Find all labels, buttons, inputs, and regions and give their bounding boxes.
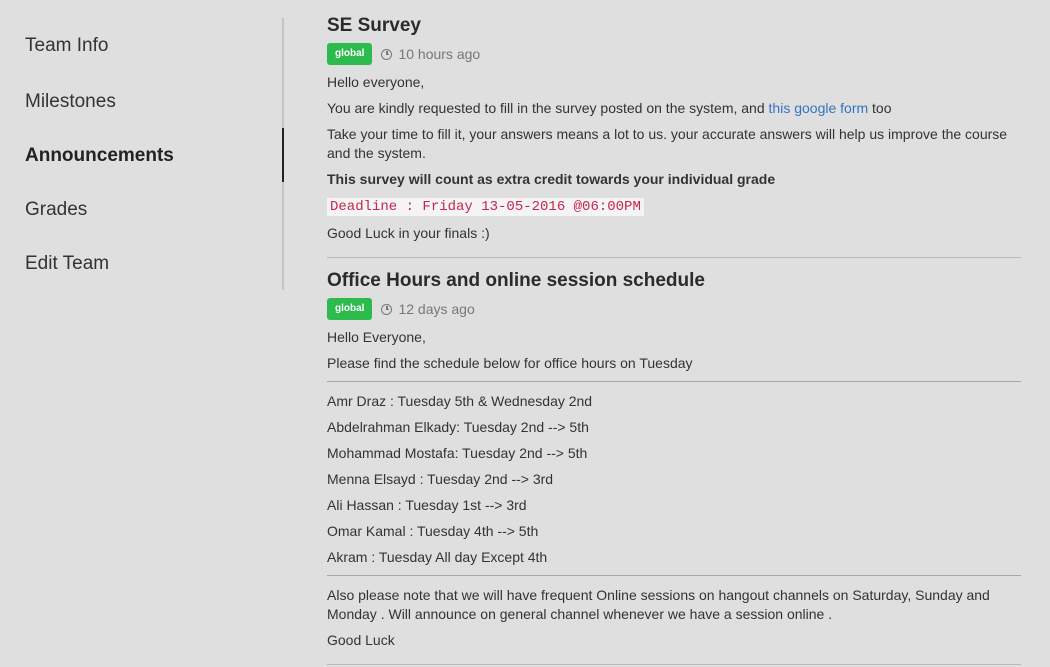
sidebar-item-edit-team[interactable]: Edit Team — [0, 236, 282, 290]
announcements-list: SE Survey global 10 hours ago Hello ever… — [327, 13, 1021, 665]
scope-badge: global — [327, 298, 373, 320]
schedule-item: Mohammad Mostafa: Tuesday 2nd --> 5th — [327, 445, 588, 461]
sidebar-item-announcements[interactable]: Announcements — [0, 128, 284, 182]
divider — [327, 381, 1021, 382]
sidebar-item-milestones[interactable]: Milestones — [0, 74, 282, 128]
post-greeting: Hello Everyone, — [327, 329, 426, 345]
post-closing: Good Luck — [327, 632, 395, 648]
post-paragraph: Take your time to fill it, your answers … — [327, 126, 1008, 161]
sidebar-nav: Team Info Milestones Announcements Grade… — [0, 18, 284, 290]
post-closing: Good Luck in your finals :) — [327, 225, 490, 241]
clock-icon — [381, 303, 393, 315]
post-greeting: Hello everyone, — [327, 74, 425, 90]
schedule-item: Akram : Tuesday All day Except 4th — [327, 549, 548, 565]
divider — [327, 575, 1021, 576]
sidebar-item-grades[interactable]: Grades — [0, 182, 282, 236]
post-paragraph: You are kindly requested to fill in the … — [327, 99, 1021, 118]
announcement-title: SE Survey — [327, 15, 421, 36]
post-deadline-line: Deadline : Friday 13-05-2016 @06:00PM — [327, 196, 1021, 217]
announcement-meta: global 10 hours ago — [327, 43, 1021, 65]
post-emphasis: This survey will count as extra credit t… — [327, 171, 776, 187]
post-timestamp: 10 hours ago — [398, 46, 481, 62]
schedule-item: Omar Kamal : Tuesday 4th --> 5th — [327, 523, 539, 539]
announcement-title: Office Hours and online session schedule — [327, 270, 705, 291]
clock-icon — [381, 48, 393, 60]
sidebar-item-team-info[interactable]: Team Info — [0, 18, 282, 74]
announcement-post: Office Hours and online session schedule… — [327, 268, 1021, 665]
google-form-link[interactable]: this google form — [769, 100, 869, 116]
schedule-item: Abdelrahman Elkady: Tuesday 2nd --> 5th — [327, 419, 589, 435]
announcement-meta: global 12 days ago — [327, 298, 1021, 320]
announcement-post: SE Survey global 10 hours ago Hello ever… — [327, 13, 1021, 258]
schedule-item: Ali Hassan : Tuesday 1st --> 3rd — [327, 497, 527, 513]
post-text: too — [868, 100, 892, 116]
schedule-item: Amr Draz : Tuesday 5th & Wednesday 2nd — [327, 393, 593, 409]
post-text: You are kindly requested to fill in the … — [327, 100, 769, 116]
schedule-item: Menna Elsayd : Tuesday 2nd --> 3rd — [327, 471, 554, 487]
scope-badge: global — [327, 43, 373, 65]
post-paragraph: Please find the schedule below for offic… — [327, 355, 693, 371]
post-paragraph: Also please note that we will have frequ… — [327, 587, 990, 622]
deadline-code: Deadline : Friday 13-05-2016 @06:00PM — [327, 198, 644, 216]
post-timestamp: 12 days ago — [398, 301, 475, 317]
